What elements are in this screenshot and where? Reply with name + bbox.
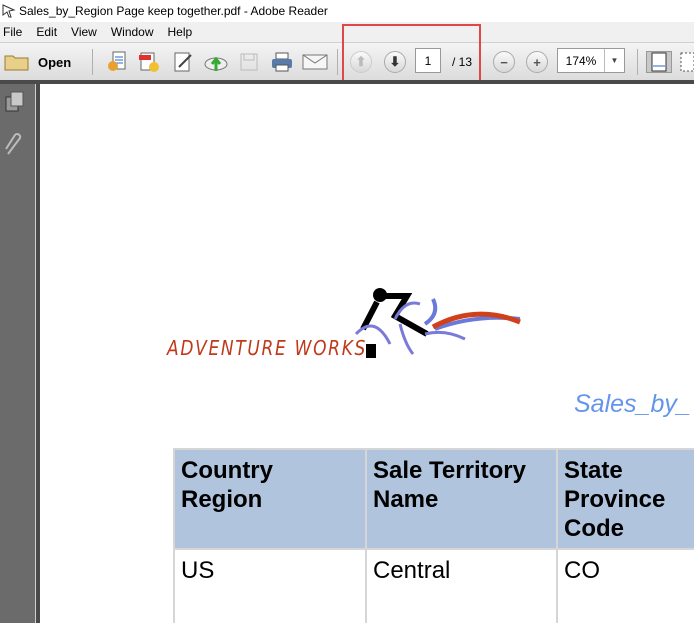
app-icon <box>2 4 16 18</box>
fit-width-icon <box>651 52 667 72</box>
envelope-icon <box>302 54 328 70</box>
chevron-down-icon[interactable]: ▼ <box>604 49 624 72</box>
report-title: Sales_by_ <box>574 390 691 418</box>
fit-window-icon <box>680 52 694 72</box>
logo-text: ADVENTURE WORKS <box>167 336 368 360</box>
menu-help[interactable]: Help <box>165 25 200 39</box>
window-title: Sales_by_Region Page keep together.pdf -… <box>19 4 328 18</box>
upload-button[interactable] <box>203 51 229 73</box>
full-screen-button[interactable] <box>680 51 694 73</box>
pages-icon[interactable] <box>4 90 26 114</box>
column-header: Country Region <box>175 450 365 548</box>
printer-icon <box>272 52 292 72</box>
menu-file[interactable]: File <box>0 25 29 39</box>
edit-document-icon <box>174 52 192 72</box>
zoom-select[interactable]: 174% ▼ <box>557 48 625 73</box>
zoom-value: 174% <box>565 53 597 68</box>
table-cell: US <box>181 557 215 584</box>
table-cell: CO <box>564 557 600 584</box>
title-bar: Sales_by_Region Page keep together.pdf -… <box>0 0 694 22</box>
cloud-upload-icon <box>204 56 228 71</box>
column-header: Sale Territory Name <box>367 450 556 548</box>
save-button[interactable] <box>237 51 261 73</box>
column-header: State Province Code <box>558 450 694 548</box>
save-icon <box>240 53 258 71</box>
open-label: Open <box>38 54 72 70</box>
print-button[interactable] <box>269 51 295 73</box>
email-button[interactable] <box>302 51 328 73</box>
create-pdf-icon <box>108 51 126 71</box>
zoom-in-button[interactable]: + <box>526 51 548 73</box>
sign-button[interactable] <box>171 51 195 73</box>
navigation-pane <box>0 84 36 623</box>
combine-icon <box>139 52 159 72</box>
menu-view[interactable]: View <box>68 25 104 39</box>
combine-button[interactable] <box>137 51 161 73</box>
minus-icon: − <box>493 51 515 73</box>
zoom-out-button[interactable]: − <box>493 51 515 73</box>
adventure-works-logo-icon <box>355 288 521 358</box>
create-pdf-button[interactable] <box>105 51 129 73</box>
page-navigation-highlight <box>342 24 481 87</box>
open-button[interactable]: Open <box>4 51 80 73</box>
menu-window[interactable]: Window <box>108 25 161 39</box>
fit-page-button[interactable] <box>646 51 672 73</box>
plus-icon: + <box>526 51 548 73</box>
menu-edit[interactable]: Edit <box>33 25 64 39</box>
table-cell: Central <box>373 557 451 584</box>
attachments-icon[interactable] <box>3 132 25 158</box>
folder-icon <box>4 55 29 71</box>
